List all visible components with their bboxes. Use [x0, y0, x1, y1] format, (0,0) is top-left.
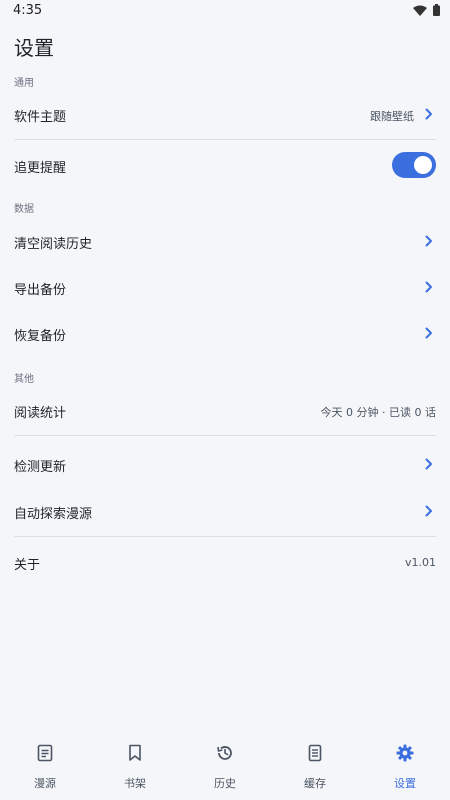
row-label: 关于: [14, 558, 41, 573]
nav-item-cache[interactable]: 缓存: [270, 736, 360, 800]
gear-icon: [396, 744, 414, 762]
chevron-right-icon: [425, 505, 432, 517]
battery-icon: [433, 4, 440, 16]
nav-label: 设置: [394, 777, 416, 790]
row-value: 今天 0 分钟 · 已读 0 话: [320, 406, 436, 419]
section-label-general: 通用: [14, 78, 34, 89]
row-value: v1.01: [404, 556, 436, 569]
bottom-nav: 漫源 书架 历史 缓存 设置: [0, 736, 450, 800]
chevron-right-icon: [425, 281, 432, 293]
chevron-right-icon: [425, 327, 432, 339]
nav-label: 书架: [124, 777, 146, 790]
chevron-right-icon: [425, 235, 432, 247]
row-label: 清空阅读历史: [14, 237, 93, 252]
cache-icon: [308, 744, 322, 762]
nav-item-history[interactable]: 历史: [180, 736, 270, 800]
row-label: 软件主题: [14, 110, 67, 125]
row-check-update[interactable]: 检测更新: [0, 440, 450, 486]
section-label-other: 其他: [14, 374, 34, 385]
history-icon: [217, 746, 232, 760]
row-auto-explore[interactable]: 自动探索漫源: [0, 487, 450, 533]
divider: [14, 536, 436, 537]
section-label-data: 数据: [14, 204, 34, 215]
row-label: 恢复备份: [14, 329, 67, 344]
row-update-reminder[interactable]: 追更提醒: [0, 140, 450, 190]
source-icon: [37, 744, 53, 762]
row-label: 导出备份: [14, 283, 67, 298]
row-theme[interactable]: 软件主题 跟随壁纸: [0, 90, 450, 138]
nav-item-settings[interactable]: 设置: [360, 736, 450, 800]
row-reading-stats[interactable]: 阅读统计 今天 0 分钟 · 已读 0 话: [0, 386, 450, 434]
toggle-knob: [414, 156, 432, 174]
row-restore-backup[interactable]: 恢复备份: [0, 310, 450, 356]
chevron-right-icon: [425, 458, 432, 470]
row-value: 跟随壁纸: [370, 110, 414, 123]
row-label: 追更提醒: [14, 161, 67, 176]
nav-item-source[interactable]: 漫源: [0, 736, 90, 800]
nav-label: 历史: [214, 777, 236, 790]
status-bar: 4:35: [0, 0, 450, 22]
nav-label: 缓存: [304, 777, 326, 790]
nav-item-bookshelf[interactable]: 书架: [90, 736, 180, 800]
row-label: 阅读统计: [14, 406, 67, 421]
page-title: 设置: [14, 36, 54, 60]
bookmark-icon: [129, 744, 141, 761]
update-reminder-toggle[interactable]: [392, 152, 436, 178]
nav-label: 漫源: [34, 777, 56, 790]
row-clear-history[interactable]: 清空阅读历史: [0, 218, 450, 264]
divider: [14, 435, 436, 436]
status-time: 4:35: [13, 3, 43, 18]
chevron-right-icon: [425, 108, 432, 120]
row-label: 检测更新: [14, 460, 67, 475]
wifi-icon: [413, 5, 427, 16]
row-export-backup[interactable]: 导出备份: [0, 264, 450, 310]
row-label: 自动探索漫源: [14, 507, 93, 522]
row-about[interactable]: 关于 v1.01: [0, 538, 450, 586]
